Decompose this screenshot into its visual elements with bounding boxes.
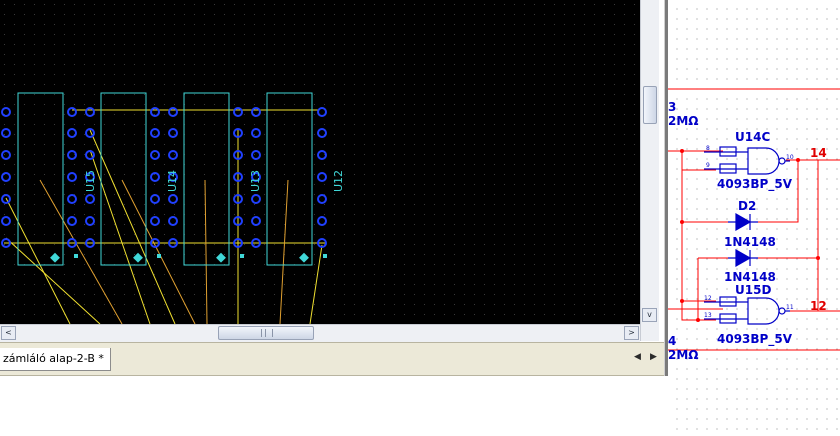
gate1-model: 4093BP_5V xyxy=(717,177,793,192)
gate2-pin-out: 11 xyxy=(786,304,794,311)
horizontal-scroll-thumb[interactable] xyxy=(218,326,314,340)
horizontal-scrollbar[interactable]: < > xyxy=(0,324,640,342)
tab-scroll-right-icon[interactable]: ▶ xyxy=(650,352,657,362)
pcb-ref-u14: U14 xyxy=(166,170,179,192)
scroll-left-button[interactable]: < xyxy=(1,326,16,340)
tab-label: zámláló alap-2-B * xyxy=(3,352,104,365)
partial-ref-bottom: 4 xyxy=(668,334,676,348)
gate-u15d xyxy=(704,296,790,325)
schematic-canvas[interactable]: 3 2MΩ U14C 4093BP_5V D2 1N4148 1N4148 U1… xyxy=(668,0,840,432)
tab-scroll-left-icon[interactable]: ◀ xyxy=(634,352,641,362)
pcb-board-svg: U15 U14 U13 U12 xyxy=(0,0,640,325)
pcb-ref-u12: U12 xyxy=(332,170,345,192)
net-label-bottom: 12 xyxy=(810,299,827,313)
vertical-scroll-thumb[interactable] xyxy=(643,86,657,124)
scroll-down-button[interactable]: v xyxy=(642,308,657,322)
tab-document-active[interactable]: zámláló alap-2-B * xyxy=(0,348,111,371)
net-label-top: 14 xyxy=(810,146,827,160)
gate1-ref: U14C xyxy=(735,130,770,144)
vertical-scrollbar[interactable]: v xyxy=(640,0,659,341)
gate1-pin-a: 8 xyxy=(706,145,710,152)
schematic-svg: 3 2MΩ U14C 4093BP_5V D2 1N4148 1N4148 U1… xyxy=(668,88,840,362)
partial-value-top: 2MΩ xyxy=(668,114,699,128)
scroll-right-button[interactable]: > xyxy=(624,326,639,340)
gate1-pin-out: 10 xyxy=(786,154,794,161)
gate2-ref: U15D xyxy=(735,283,771,297)
gate1-pin-b: 9 xyxy=(706,162,710,169)
diode1-ref: D2 xyxy=(738,199,756,213)
gate2-pin-a: 12 xyxy=(704,295,712,302)
pcb-ref-u15: U15 xyxy=(84,170,97,192)
document-tab-bar: zámláló alap-2-B * ◀ ▶ xyxy=(0,342,664,376)
diode1-model: 1N4148 xyxy=(724,235,776,249)
partial-value-bottom: 2MΩ xyxy=(668,348,699,362)
gate2-pin-b: 13 xyxy=(704,312,712,319)
grip-icon xyxy=(261,329,273,337)
gate2-model: 4093BP_5V xyxy=(717,332,793,347)
diode2-model: 1N4148 xyxy=(724,270,776,284)
pcb-ref-u13: U13 xyxy=(249,170,262,192)
partial-ref-top: 3 xyxy=(668,100,676,114)
pcb-layout-canvas[interactable]: U15 U14 U13 U12 xyxy=(0,0,640,325)
